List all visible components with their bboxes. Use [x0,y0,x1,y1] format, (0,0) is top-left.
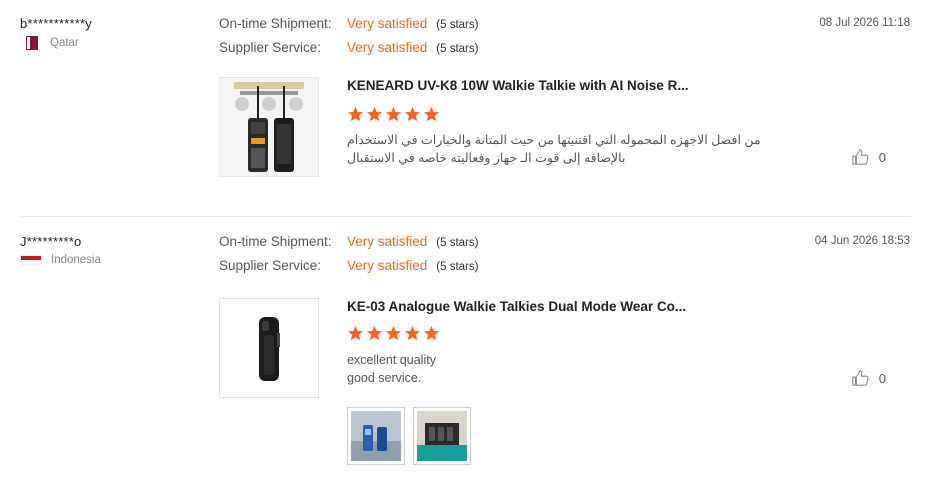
country-name: Qatar [50,37,79,49]
reviewer-country: Qatar [26,36,200,50]
indonesia-flag-icon [20,255,42,265]
rating-value: Very satisfied [347,40,428,55]
star-rating [347,106,440,123]
star-icon [404,106,421,122]
earpiece-walkie-talkie-image [220,299,318,397]
star-icon [366,325,383,341]
rating-label: On-time Shipment: [219,16,332,31]
rating-row-shipment: On-time Shipment: Very satisfied (5 star… [219,16,478,40]
star-icon [347,325,364,341]
review-comment: من افضل الاجهزه المحموله التي اقتنيتها م… [347,133,761,165]
review-divider [20,216,911,217]
rating-stars-text: (5 stars) [436,237,479,249]
review-photo-image [351,411,401,461]
rating-row-service: Supplier Service: Very satisfied (5 star… [219,40,478,64]
star-rating [347,325,440,342]
rating-value: Very satisfied [347,234,428,249]
product-thumbnail[interactable] [219,77,319,177]
reviewer-username: b***********y [20,16,92,31]
star-icon [347,106,364,122]
comment-line: excellent quality [347,353,436,367]
rating-stars-text: (5 stars) [436,19,479,31]
supplier-ratings: On-time Shipment: Very satisfied (5 star… [219,234,478,282]
country-name: Indonesia [51,254,101,266]
review-comment: excellent quality good service. [347,351,436,387]
review-date: 08 Jul 2026 11:18 [819,17,910,29]
review-photo-image [417,411,467,461]
like-button[interactable]: 0 [851,148,886,166]
rating-value: Very satisfied [347,258,428,273]
review-card: b***********y Qatar On-time Shipment: Ve… [0,0,933,218]
star-icon [385,325,402,341]
product-thumbnail[interactable] [219,298,319,398]
like-count: 0 [878,370,886,386]
thumbs-up-icon [852,149,869,165]
product-title-link[interactable]: KENEARD UV-K8 10W Walkie Talkie with AI … [347,78,689,93]
review-date: 04 Jun 2026 18:53 [814,235,910,247]
qatar-flag-icon [26,36,38,50]
rating-row-shipment: On-time Shipment: Very satisfied (5 star… [219,234,478,258]
rating-label: Supplier Service: [219,40,322,55]
rating-value: Very satisfied [347,16,428,31]
walkie-talkie-image [220,78,318,176]
review-photo[interactable] [413,407,471,465]
star-icon [385,106,402,122]
star-icon [423,106,440,122]
review-card: J*********o Indonesia On-time Shipment: … [0,218,933,492]
review-photo[interactable] [347,407,405,465]
reviewer-username: J*********o [20,234,82,249]
supplier-ratings: On-time Shipment: Very satisfied (5 star… [219,16,478,64]
star-icon [423,325,440,341]
reviewer-info: J*********o Indonesia [20,234,200,266]
thumbs-up-icon [852,370,869,386]
like-count: 0 [878,149,886,165]
rating-stars-text: (5 stars) [436,43,479,55]
product-title-link[interactable]: KE-03 Analogue Walkie Talkies Dual Mode … [347,299,686,314]
like-button[interactable]: 0 [851,369,886,387]
rating-label: Supplier Service: [219,258,322,273]
comment-line: good service. [347,371,422,385]
star-icon [404,325,421,341]
rating-label: On-time Shipment: [219,234,332,249]
rating-stars-text: (5 stars) [436,261,479,273]
reviewer-country: Indonesia [20,254,200,266]
rating-row-service: Supplier Service: Very satisfied (5 star… [219,258,478,282]
review-photos [347,407,471,465]
star-icon [366,106,383,122]
reviewer-info: b***********y Qatar [20,16,200,50]
